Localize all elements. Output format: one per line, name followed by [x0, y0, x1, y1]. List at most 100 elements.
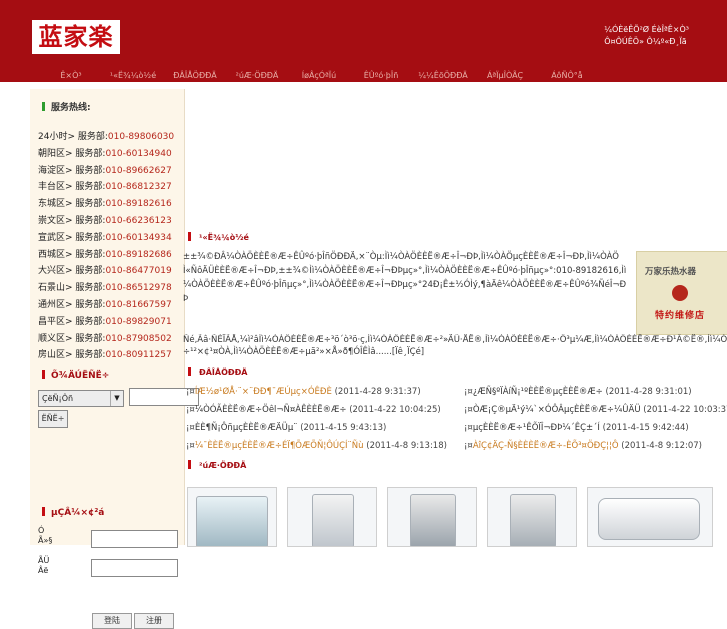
hotline-location: 东城区> 服务部:: [38, 199, 106, 210]
logo[interactable]: 蓝家楽: [32, 20, 120, 54]
news-title[interactable]: µçÈÈË®Æ÷¹ÊÕÏÎ¬ÐÞ¼´ÊÇ±´Í: [473, 423, 600, 433]
news-title[interactable]: ÈÈ¶Ñ¡ÔñµçÈÈË®ÆÄÜµ¨: [195, 423, 298, 433]
news-item[interactable]: ¡¤ÀîÇ¢ÄÇ-Ñ§ÈÈÈË®Æ÷-ÈÕ³¤ÖÐÇ¦¦Ô (2011-4-8 …: [464, 441, 702, 451]
news-item[interactable]: ¡¤ÒÆ¡Ç®µÄ¹ý¼`×ÓÔÂµçÈÈË®Æ÷¼ÛÄÜ (2011-4-22…: [464, 405, 727, 415]
news-date: (2011-4-8 9:12:07): [621, 441, 702, 451]
title-bar-icon: [188, 232, 191, 241]
bullet-icon: ¡¤: [186, 441, 195, 451]
hotline-row: 海淀区> 服务部:010-89662627: [38, 163, 184, 180]
product-thumbnail[interactable]: [187, 487, 277, 547]
news-item[interactable]: ¡¤¿ÆÑ§ºÏÀíÑ¡¹ºÈÈË®µçÈÈË®Æ÷ (2011-4-28 9:…: [464, 387, 692, 397]
news-title[interactable]: ÒÆ¡Ç®µÄ¹ý¼`×ÓÔÂµçÈÈË®Æ÷¼ÛÄÜ: [473, 405, 641, 415]
username-label: ÓÃ»§: [38, 526, 53, 545]
news-title[interactable]: ¿ÆÑ§ºÏÀíÑ¡¹ºÈÈË®µçÈÈË®Æ÷: [473, 387, 603, 397]
title-bar-icon: [42, 370, 45, 379]
hotline-number: 010-89662627: [105, 165, 172, 176]
product-thumbnail[interactable]: [387, 487, 477, 547]
hotline-row: 宣武区> 服务部:010-60134934: [38, 230, 184, 247]
hotline-row: 东城区> 服务部:010-89182616: [38, 196, 184, 213]
product-thumbnail[interactable]: [487, 487, 577, 547]
hotline-number: 010-89829071: [105, 316, 172, 327]
nav-item-tech[interactable]: ¼¼ÊõÖÐÐÄ: [412, 70, 474, 82]
nav-item-products[interactable]: ²úÆ·ÖÐÐÄ: [226, 70, 288, 82]
hotline-row: 大兴区> 服务部:010-86477019: [38, 263, 184, 280]
news-center-title: ÐÂÎÅÖÐÐÄ: [188, 367, 247, 377]
hotline-number: 010-80911257: [105, 350, 172, 361]
hotline-location: 房山区> 服务部:: [38, 350, 106, 361]
nav-item-news[interactable]: ÐÂÎÅÖÐÐÄ: [164, 70, 226, 82]
news-date: (2011-4-22 10:04:25): [349, 405, 441, 415]
hotline-number: 010-86477019: [105, 266, 172, 277]
hotline-row: 通州区> 服务部:010-81667597: [38, 297, 184, 314]
password-field[interactable]: [91, 559, 178, 577]
news-title[interactable]: ¼¯ÈÈË®µçÈÈË®Æ÷ÉÏ¶ÕÆÕÑ¦ÔÚÇÍ¨Ñù: [195, 441, 364, 451]
register-button[interactable]: 注册: [134, 613, 174, 629]
hotline-number: 010-89806030: [107, 132, 175, 142]
hotline-row: 房山区> 服务部:010-80911257: [38, 347, 184, 364]
hotline-location: 顺义区> 服务部:: [38, 333, 106, 344]
nav-item-contact[interactable]: ÁªÏµÎÒÃÇ: [474, 70, 536, 82]
sidebar: 服务热线: 24小时> 服务部:010-89806030 朝阳区> 服务部:01…: [30, 89, 199, 629]
hotline-row: 24小时> 服务部:010-89806030: [38, 129, 184, 146]
product-center-title: ²úÆ·ÖÐÐÄ: [188, 460, 246, 470]
news-item[interactable]: ¡¤µçÈÈË®Æ÷¹ÊÕÏÎ¬ÐÞ¼´ÊÇ±´Í (2011-4-15 9:4…: [464, 423, 689, 433]
water-heater-image: [410, 494, 456, 546]
news-title[interactable]: ÍÆ½ø¹ØÅ·¨×¨ÐÐ¶¯ÆÚµç×ÓÊÐÈ: [195, 387, 332, 397]
site-search-title-label: Õ¾ÄÚËÑË÷: [51, 371, 110, 381]
dropdown-arrow-icon[interactable]: ▼: [110, 391, 123, 406]
add-favorite-link[interactable]: ¼ÓÈëÊÕ²Ø ÉèÎªÊ×Ò³: [604, 24, 689, 36]
intro-more-line: Ñé,Ãâ·ÑÉÏÃÅ,¼ì²âÌì¼ÒÀÖÈÈË®Æ÷³ö´ò³ö·ç,Ìì¼…: [183, 335, 727, 345]
nav-item-marketing[interactable]: ÍøÂçÓªÏú: [288, 70, 350, 82]
news-item[interactable]: ¡¤¼¯ÈÈË®µçÈÈË®Æ÷ÉÏ¶ÕÆÕÑ¦ÔÚÇÍ¨Ñù (2011-4-…: [186, 441, 447, 451]
news-item[interactable]: ¡¤ÈÈ¶Ñ¡ÔñµçÈÈË®ÆÄÜµ¨ (2011-4-15 9:43:13): [186, 423, 386, 433]
news-date: (2011-4-8 9:13:18): [366, 441, 447, 451]
hotline-row: 朝阳区> 服务部:010-60134940: [38, 146, 184, 163]
hotline-location: 崇文区> 服务部:: [38, 215, 106, 226]
search-category-value: ÇëÑ¡Ôñ: [42, 394, 74, 403]
product-center-title-label: ²úÆ·ÖÐÐÄ: [199, 461, 247, 470]
hotline-number: 010-60134934: [105, 232, 172, 243]
hotline-location: 海淀区> 服务部:: [38, 165, 106, 176]
news-date: (2011-4-22 10:03:37): [643, 405, 727, 415]
main-nav: Ê×Ò³ ¹«Ë¾¼ò½é ÐÂÎÅÖÐÐÄ ²úÆ·ÖÐÐÄ ÍøÂçÓªÏú…: [40, 70, 690, 82]
title-bar-icon: [42, 507, 45, 516]
login-button[interactable]: 登陆: [92, 613, 132, 629]
hotline-location: 丰台区> 服务部:: [38, 182, 106, 193]
nav-item-home[interactable]: Ê×Ò³: [40, 70, 102, 82]
news-item[interactable]: ¡¤¼ÒÓÃÈÈË®Æ÷Öêl¬Ñ¤ÀÊÈÈË®Æ÷ (2011-4-22 10…: [186, 405, 441, 415]
nav-item-about[interactable]: ¹«Ë¾¼ò½é: [102, 70, 164, 82]
bullet-icon: ¡¤: [464, 423, 473, 433]
title-bar-icon: [42, 102, 45, 111]
username-field[interactable]: [91, 530, 178, 548]
news-center-title-label: ÐÂÎÅÖÐÐÄ: [199, 368, 248, 377]
news-date: (2011-4-15 9:43:13): [300, 423, 387, 433]
hotline-row: 崇文区> 服务部:010-66236123: [38, 213, 184, 230]
news-date: (2011-4-28 9:31:01): [605, 387, 692, 397]
hotline-location: 朝阳区> 服务部:: [38, 148, 106, 159]
search-category-select[interactable]: ÇëÑ¡Ôñ ▼: [38, 390, 124, 407]
hotline-location: 通州区> 服务部:: [38, 299, 106, 310]
nav-item-guestbook[interactable]: ÁôÑÔ°å: [536, 70, 598, 82]
hotline-number: 010-89182686: [105, 249, 172, 260]
header-links: ¼ÓÈëÊÕ²Ø ÉèÎªÊ×Ò³ Ô¤ÔÚÊÖ» Ô¼º«Ð¸Ïã: [604, 24, 689, 48]
badge-brand-text: 万家乐热水器: [645, 267, 697, 277]
news-item[interactable]: ¡¤ÍÆ½ø¹ØÅ·¨×¨ÐÐ¶¯ÆÚµç×ÓÊÐÈ (2011-4-28 9:…: [186, 387, 421, 397]
hotline-location: 24小时> 服务部:: [38, 132, 108, 142]
hotline-title-label: 服务热线:: [51, 103, 91, 113]
header-sub-link[interactable]: Ô¤ÔÚÊÖ» Ô¼º«Ð¸Ïã: [604, 36, 689, 48]
hotline-number: 010-60134940: [105, 148, 172, 159]
title-bar-icon: [188, 460, 191, 469]
intro-more-link[interactable]: ÷¹²×¢¹¤ÒÀ,Ìì¼ÒÀÖÈÈË®Æ÷µã²»×Å»ð¶ÓÎÊÌâ....…: [183, 346, 727, 358]
news-date: (2011-4-15 9:42:44): [602, 423, 689, 433]
search-button[interactable]: ËÑË÷: [38, 410, 68, 428]
nav-item-service[interactable]: ÊÛºó·þÎñ: [350, 70, 412, 82]
product-thumbnail[interactable]: [287, 487, 377, 547]
hotline-location: 宣武区> 服务部:: [38, 232, 106, 243]
news-title[interactable]: ¼ÒÓÃÈÈË®Æ÷Öêl¬Ñ¤ÀÊÈÈË®Æ÷: [195, 405, 347, 415]
product-thumbnail[interactable]: [587, 487, 713, 547]
bullet-icon: ¡¤: [464, 441, 473, 451]
bullet-icon: ¡¤: [186, 423, 195, 433]
news-title[interactable]: ÀîÇ¢ÄÇ-Ñ§ÈÈÈË®Æ÷-ÈÕ³¤ÖÐÇ¦¦Ô: [473, 441, 619, 451]
brand-logo-icon: [672, 285, 688, 301]
hotline-row: 顺义区> 服务部:010-87908502: [38, 331, 184, 348]
